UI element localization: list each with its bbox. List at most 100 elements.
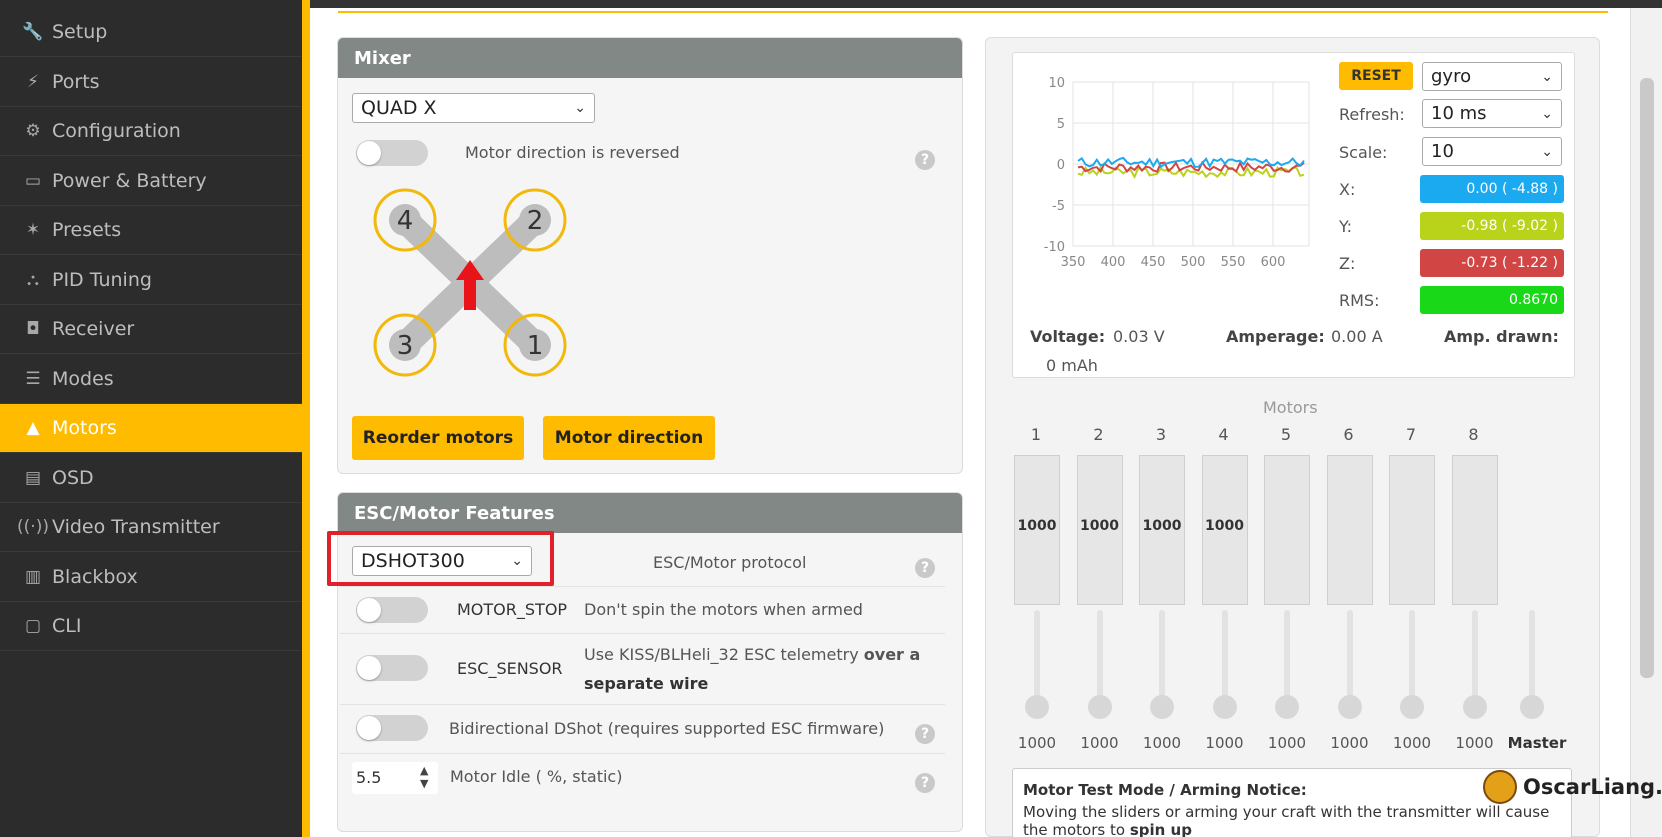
sidebar-item-motors[interactable]: ▲ Motors [0, 404, 302, 453]
motor-idle-value: 5.5 [356, 768, 382, 787]
motor-output-bar [1451, 455, 1498, 605]
esc-panel-title: ESC/Motor Features [338, 493, 962, 533]
motor-slider-knob[interactable] [1025, 695, 1049, 719]
sidebar-item-label: Blackbox [52, 565, 138, 588]
motor-stop-toggle[interactable] [356, 597, 428, 623]
motor-1-label: 1 [527, 331, 544, 361]
refresh-label: Refresh: [1339, 105, 1405, 124]
toggle-knob [357, 716, 381, 740]
motor-number-label: 6 [1343, 425, 1354, 444]
esc-sensor-desc-bold: over a [863, 645, 921, 664]
x-value-display: 0.00 ( -4.88 ) [1420, 175, 1564, 203]
chevron-down-icon: ⌄ [1541, 144, 1553, 160]
sensor-select[interactable]: gyro ⌄ [1422, 62, 1562, 91]
help-icon[interactable]: ? [915, 558, 935, 578]
motor-slider-knob[interactable] [1275, 695, 1299, 719]
motor-slider-value: 1000 [1205, 734, 1244, 752]
app-root: 🔧 Setup ⚡ Ports ⚙ Configuration ▭ Power & Batte… [0, 0, 1662, 837]
row-divider [340, 586, 945, 587]
master-label: Master [1507, 734, 1567, 752]
scale-select[interactable]: 10 ⌄ [1422, 137, 1562, 166]
robot-icon: ◘ [26, 319, 40, 339]
motor-slider-value: 1000 [1017, 734, 1057, 752]
mixer-panel-title: Mixer [338, 38, 962, 78]
help-icon[interactable]: ? [915, 724, 935, 744]
scale-label: Scale: [1339, 143, 1388, 162]
x-tick-label: 550 [1221, 255, 1246, 270]
motor-slider-knob[interactable] [1400, 695, 1424, 719]
motor-stop-description: Don't spin the motors when armed [584, 600, 863, 619]
watermark-text: OscarLiang.com [1523, 775, 1662, 799]
chevron-down-icon: ⌄ [574, 100, 586, 116]
amperage-value: 0.00 A [1331, 327, 1383, 346]
motor-output-bar [1326, 455, 1373, 605]
mixer-type-select[interactable]: QUAD X ⌄ [352, 93, 595, 123]
motor-idle-label: Motor Idle ( %, static) [450, 767, 623, 786]
esc-sensor-name: ESC_SENSOR [457, 659, 563, 678]
row-divider [340, 633, 945, 634]
amp-drawn-label: Amp. drawn: [1444, 327, 1559, 346]
bidirectional-dshot-toggle[interactable] [356, 715, 428, 741]
spinner-arrows-icon[interactable]: ▲ ▼ [420, 764, 428, 790]
motor-slider-knob[interactable] [1337, 695, 1362, 719]
gyro-chart: 10 5 0 -5 -10350 400 450 500 550 600 [1044, 76, 1310, 270]
motor-direction-button[interactable]: Motor direction [543, 416, 715, 460]
sidebar-accent-bar [302, 0, 310, 837]
sidebar-item-blackbox[interactable]: ▥ Blackbox [0, 553, 302, 602]
sidebar-nav: 🔧 Setup ⚡ Ports ⚙ Configuration ▭ Power & Batte… [0, 0, 302, 837]
motor-output-bar: 1000 [1076, 455, 1123, 605]
sidebar-item-label: Presets [52, 219, 122, 241]
esc-sensor-toggle[interactable] [356, 655, 428, 681]
row-divider [340, 704, 945, 705]
sidebar-item-label: Ports [52, 70, 100, 93]
motor-direction-reversed-label: Motor direction is reversed [465, 143, 680, 162]
motor-output-bar [1264, 455, 1310, 605]
motor-slider-knob[interactable] [1087, 695, 1112, 719]
terminal-icon: ▢ [24, 616, 42, 636]
sidebar-item-configuration[interactable]: ⚙ Configuration [0, 107, 302, 156]
sidebar-item-ports[interactable]: ⚡ Ports [0, 58, 302, 107]
page-scrollbar[interactable] [1630, 8, 1662, 837]
sidebar-item-presets[interactable]: ✶ Presets [0, 206, 302, 255]
quad-x-motor-diagram: 4 2 3 1 [373, 188, 567, 377]
motor-slider-value: 1000 [1267, 734, 1307, 752]
motor-direction-reversed-toggle[interactable] [356, 140, 428, 166]
y-tick-label: 5 [1057, 117, 1065, 132]
notice-title: Motor Test Mode / Arming Notice: [1023, 781, 1307, 799]
sidebar-item-video-transmitter[interactable]: ((·)) Video Transmitter [0, 503, 302, 552]
motor-slider-value: 1000 [1142, 734, 1182, 752]
refresh-select[interactable]: 10 ms ⌄ [1422, 99, 1562, 128]
notice-bold-end: spin up [1129, 821, 1192, 837]
help-icon[interactable]: ? [915, 150, 935, 170]
sidebar-item-power-battery[interactable]: ▭ Power & Battery [0, 157, 302, 206]
reorder-motors-button[interactable]: Reorder motors [352, 416, 524, 460]
motor-output-bar: 1000 [1139, 455, 1185, 605]
master-slider-knob[interactable] [1520, 695, 1544, 719]
motor-idle-input[interactable]: 5.5 ▲ ▼ [352, 762, 438, 794]
sidebar-item-label: OSD [52, 466, 94, 489]
motor-output-bar: 1000 [1201, 455, 1248, 605]
motor-number-label: 1 [1030, 425, 1042, 444]
sidebar-item-osd[interactable]: ▤ OSD [0, 454, 302, 503]
sidebar-item-label: PID Tuning [52, 268, 152, 291]
motor-slider-knob[interactable] [1150, 695, 1174, 719]
top-bar [310, 0, 1662, 8]
y-tick-label: -10 [1044, 240, 1065, 255]
scrollbar-thumb[interactable] [1640, 78, 1654, 678]
motors-section-title: Motors [1263, 398, 1318, 417]
sidebar-item-cli[interactable]: ▢ CLI [0, 602, 302, 651]
sidebar-item-modes[interactable]: ☰ Modes [0, 355, 302, 404]
z-value-display: -0.73 ( -1.22 ) [1420, 249, 1564, 277]
sidebar-item-setup[interactable]: 🔧 Setup [0, 8, 302, 57]
reset-button[interactable]: RESET [1339, 62, 1413, 90]
esc-sensor-desc-text: Use KISS/BLHeli_32 ESC telemetry [584, 645, 859, 664]
sidebar-item-pid-tuning[interactable]: ⛬ PID Tuning [0, 256, 302, 305]
sensor-select-value: gyro [1431, 66, 1472, 87]
motor-slider-value: 1000 [1080, 734, 1119, 752]
motor-slider-knob[interactable] [1462, 695, 1487, 719]
motor-number-label: 2 [1093, 425, 1104, 444]
motor-output-bar: 1000 [1014, 455, 1060, 605]
help-icon[interactable]: ? [915, 773, 935, 793]
motor-slider-knob[interactable] [1212, 695, 1237, 719]
sidebar-item-receiver[interactable]: ◘ Receiver [0, 305, 302, 354]
